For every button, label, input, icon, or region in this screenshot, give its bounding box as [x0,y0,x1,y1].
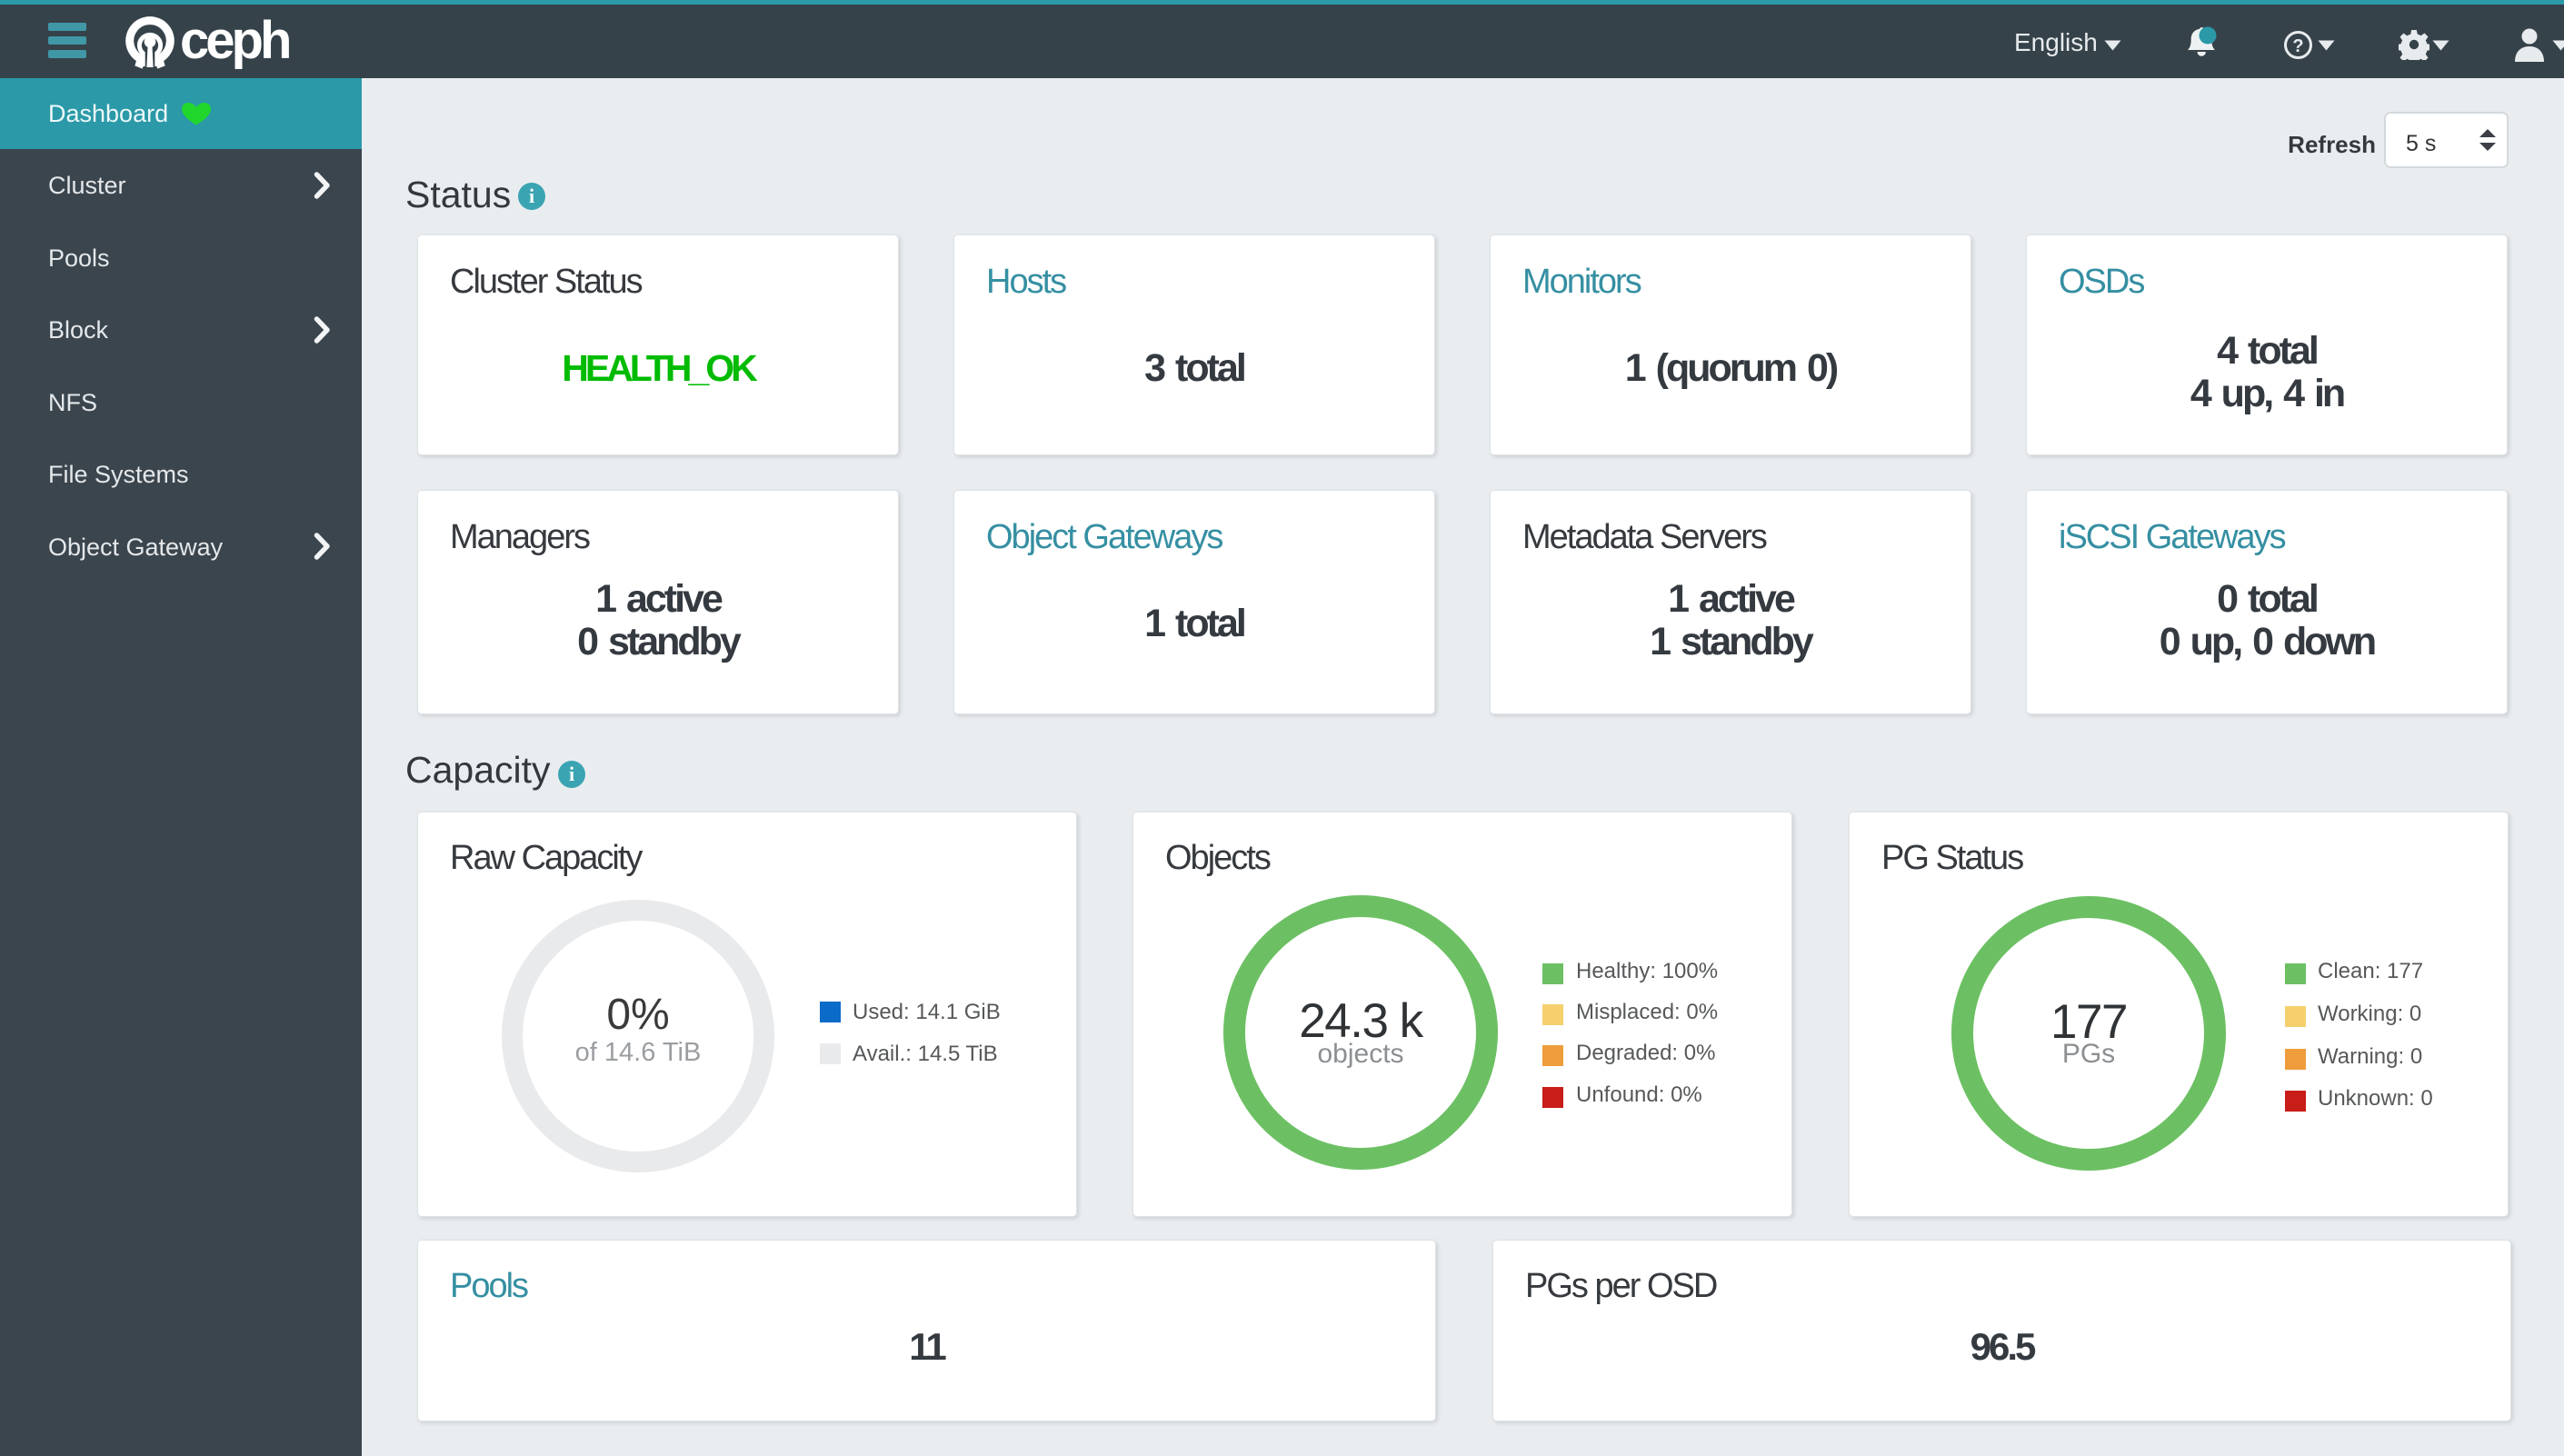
svg-text:?: ? [2292,36,2303,56]
